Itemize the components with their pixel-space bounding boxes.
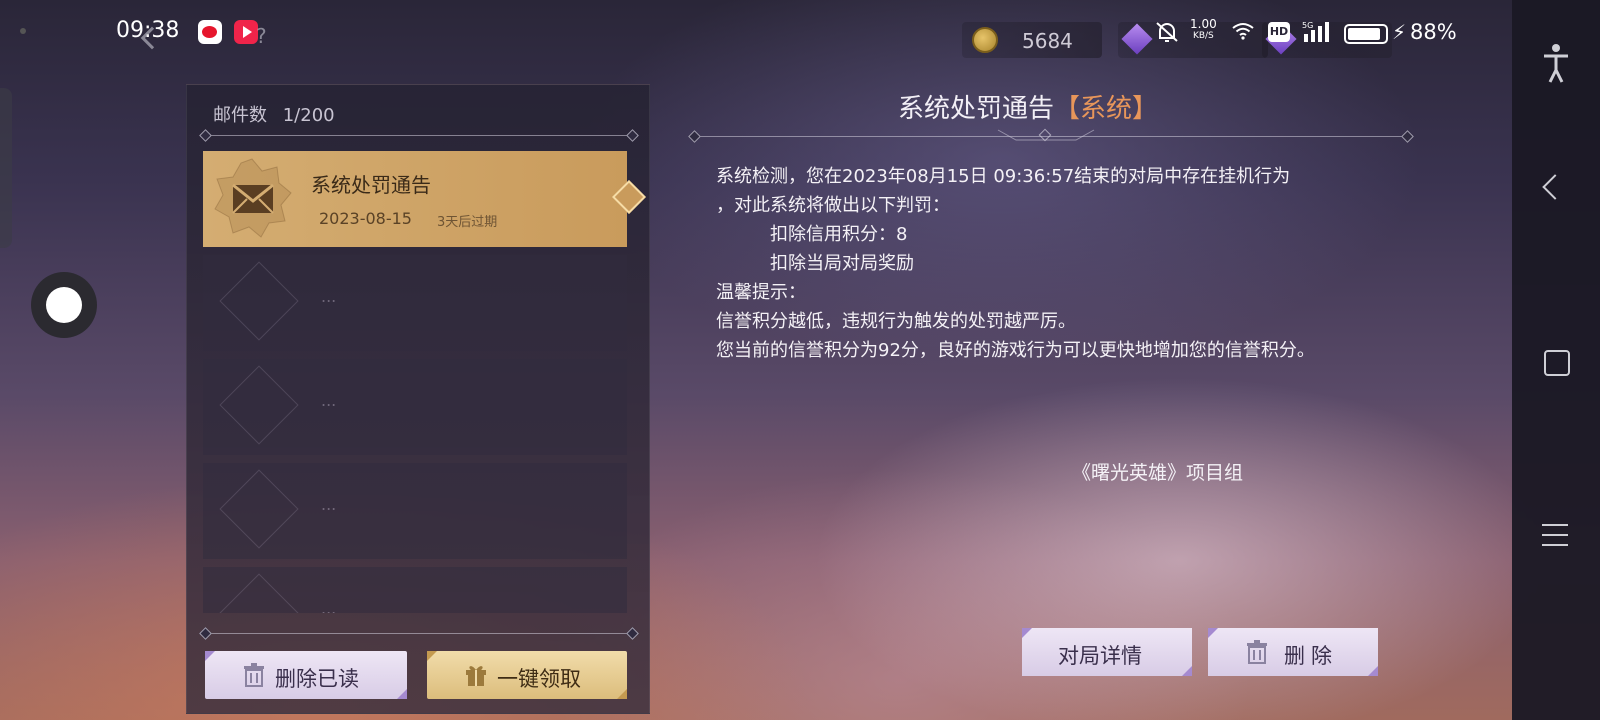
nav-menu-icon[interactable] [1512,506,1600,566]
detail-line: 信誉积分越低，违规行为触发的处罚越严厉。 [716,311,1076,332]
svg-text:5G: 5G [1302,21,1313,30]
mail-slot-empty: ... [203,255,627,351]
status-bar: 09:38 ? 5684 1.00 KB/S HD 5G ⚡ 88% [0,0,1600,64]
network-speed: 1.00 KB/S [1190,18,1217,42]
mail-item-expiry: 3天后过期 [437,215,498,230]
empty-slot-diamond-icon [219,365,299,445]
mail-count-label: 邮件数 [213,105,267,126]
wifi-icon [1232,23,1254,40]
envelope-icon [214,158,292,238]
empty-slot-diamond-icon [219,469,299,549]
empty-slot-dots: ... [321,495,337,514]
edge-panel-handle[interactable] [0,88,12,248]
signal-5g-icon: 5G [1302,21,1329,42]
help-icon[interactable]: ? [256,24,267,48]
gold-currency[interactable]: 5684 [962,22,1102,58]
detail-title-tag: 【系统】 [1054,94,1159,124]
empty-slot-dots: ... [321,287,337,306]
empty-slot-dots: ... [321,391,337,410]
mail-item-date: 2023-08-15 [319,209,412,228]
claim-all-button[interactable]: 一键领取 [427,651,627,699]
purple-gem-icon [1121,23,1153,55]
nav-recents-icon[interactable] [1512,334,1600,394]
speed-unit: KB/S [1192,31,1214,41]
list-bottom-divider [205,633,633,634]
mail-slot-empty: ... [203,567,627,613]
delete-read-button[interactable]: 删除已读 [205,651,407,699]
detail-line: 您当前的信誉积分为92分，良好的游戏行为可以更快地增加您的信誉积分。 [716,340,1315,361]
mail-slot-empty: ... [203,359,627,455]
detail-title-text: 系统处罚通告 [898,94,1055,124]
gold-coin-icon [972,27,998,53]
video-notification-icon [234,20,258,44]
mail-detail-title: 系统处罚通告【系统】 [898,88,1158,125]
detail-line-penalty: 扣除信用积分：8 [770,224,908,245]
mute-bell-icon [1156,22,1178,42]
mail-item-title: 系统处罚通告 [311,173,431,197]
mail-count: 邮件数 1/200 [213,101,335,127]
battle-details-label: 对局详情 [1058,644,1142,668]
game-screen: 09:38 ? 5684 1.00 KB/S HD 5G ⚡ 88% 邮件数 1… [0,0,1600,720]
mail-slot-empty: ... [203,463,627,559]
claim-all-label: 一键领取 [497,667,581,691]
nav-back-icon[interactable] [1512,160,1600,220]
mail-list-panel: 邮件数 1/200 系统处罚通告 2023-08-15 3天后过期 ... ..… [186,84,650,714]
empty-slot-diamond-icon [219,573,299,613]
battery-icon [1344,24,1388,44]
divider-ornament-icon [997,128,1095,142]
system-nav-bar [1512,0,1600,720]
charging-bolt-icon: ⚡ [1392,20,1407,44]
trash-icon [1247,640,1267,664]
delete-button[interactable]: 删除 [1208,628,1378,676]
weibo-notification-icon [198,20,222,44]
speed-value: 1.00 [1190,17,1217,31]
system-icons: 1.00 KB/S HD 5G ⚡ 88% [1154,18,1457,48]
gift-icon [466,666,486,686]
gold-amount: 5684 [1022,29,1073,53]
mail-count-value: 1/200 [282,105,335,126]
trash-icon [244,663,264,687]
accessibility-icon[interactable] [1512,34,1600,94]
detail-line: 温馨提示： [716,282,806,303]
battery-percent: 88% [1410,20,1457,44]
detail-line: ，对此系统将做出以下判罚： [716,195,950,216]
empty-slot-dots: ... [321,599,337,613]
floating-assistive-ball[interactable] [31,272,97,338]
list-top-divider [205,135,633,136]
empty-slot-diamond-icon [219,261,299,341]
detail-line: 系统检测，您在2023年08月15日 09:36:57结束的对局中存在挂机行为 [716,166,1291,187]
hd-icon: HD [1268,22,1290,42]
detail-line-penalty: 扣除当局对局奖励 [770,253,914,274]
mail-signature: 《曙光英雄》项目组 [1072,462,1244,484]
delete-read-label: 删除已读 [275,667,359,691]
delete-label: 删除 [1284,644,1338,668]
battle-details-button[interactable]: 对局详情 [1022,628,1192,676]
status-dot [20,28,26,34]
mail-item-selected[interactable]: 系统处罚通告 2023-08-15 3天后过期 [203,151,627,247]
mail-detail-body: 系统检测，您在2023年08月15日 09:36:57结束的对局中存在挂机行为 … [716,162,1396,365]
